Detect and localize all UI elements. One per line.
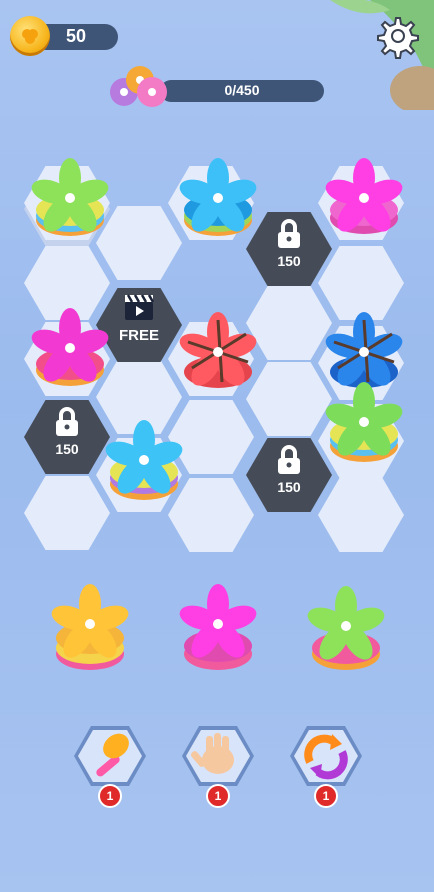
flower-stack-lime[interactable] [322,376,404,472]
booster-count-badge: 1 [98,784,122,808]
flower-stack-cyan[interactable] [102,414,184,510]
lock-cost: 150 [55,441,79,457]
clapperboard-icon [125,294,155,320]
flower-stack-red-vines[interactable] [176,304,258,400]
flower-stack-magenta[interactable] [322,150,404,246]
lock-icon [278,445,300,474]
flower-stack-pink[interactable] [28,300,110,396]
flower-cluster-icon [110,66,167,107]
lock-cost: 150 [277,253,301,269]
booster-count-badge: 1 [314,784,338,808]
flower-stack-green[interactable] [28,150,110,246]
lock-cost: 150 [277,479,301,495]
tray-flower-green[interactable] [304,580,388,680]
lock-icon [278,219,300,248]
lock-icon [56,407,78,436]
hammer-icon [74,726,146,786]
locked-tile-content: 150 [246,444,332,495]
progress-text: 0/450 [224,82,260,98]
settings-gear-icon[interactable] [372,12,420,60]
hammer-booster-button[interactable]: 1 [72,722,148,808]
tile[interactable] [246,286,332,360]
locked-tile-content: 150 [24,406,110,457]
swap-booster-button[interactable]: 1 [288,722,364,808]
hand-booster-button[interactable]: 1 [180,722,256,808]
tile[interactable] [246,362,332,436]
coin-count: 50 [66,26,87,46]
booster-count-badge: 1 [206,784,230,808]
locked-tile-content: 150 [246,218,332,269]
flower-stack-blue[interactable] [176,150,258,246]
tray-flower-orange[interactable] [48,578,132,678]
tile[interactable] [24,476,110,550]
hand-icon [182,726,254,786]
swap-icon [290,726,362,786]
tray-flower-magenta[interactable] [176,578,260,678]
coin-icon [10,16,50,56]
